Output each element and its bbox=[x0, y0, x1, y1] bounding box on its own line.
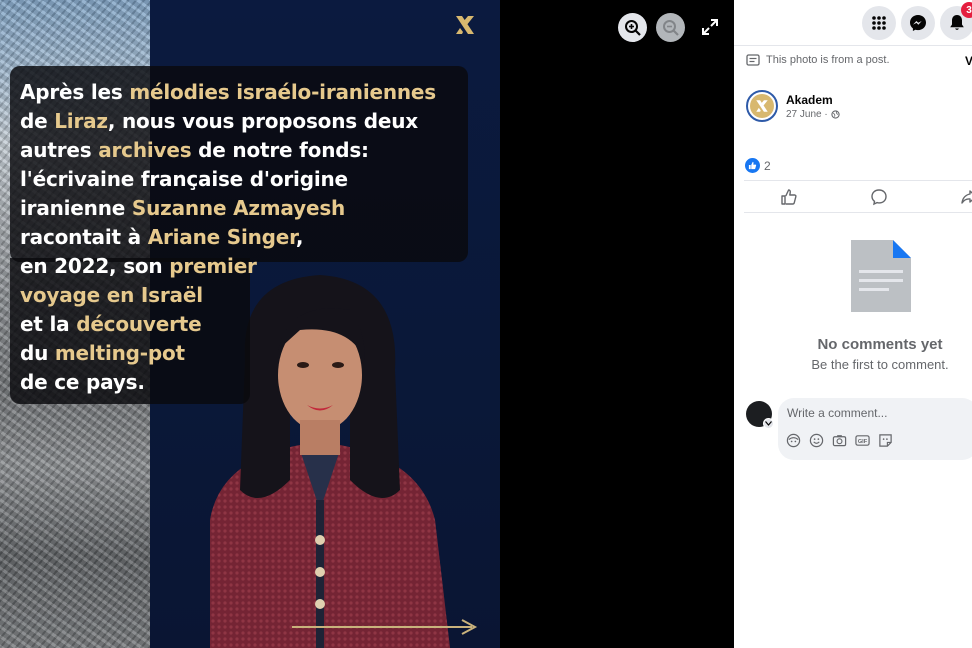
comment-box: GIF bbox=[778, 398, 972, 460]
caption-highlight: melting-pot bbox=[54, 341, 185, 365]
caption-line: et la découverte bbox=[20, 310, 460, 339]
caption-highlight: voyage en Israël bbox=[20, 283, 203, 307]
menu-button[interactable] bbox=[862, 6, 896, 40]
gif-icon[interactable]: GIF bbox=[855, 433, 870, 448]
caption-text: autres bbox=[20, 138, 99, 162]
messenger-icon bbox=[910, 15, 926, 31]
photo-viewer: Après les mélodies israélo-iraniennes de … bbox=[0, 0, 734, 648]
caption-highlight: découverte bbox=[76, 312, 202, 336]
caption-highlight: Liraz bbox=[54, 109, 108, 133]
caption-text: racontait à bbox=[20, 225, 148, 249]
chevron-down-icon[interactable] bbox=[763, 418, 774, 429]
zoom-in-button[interactable] bbox=[618, 13, 647, 42]
comment-button-icon[interactable] bbox=[870, 188, 888, 206]
grid-menu-icon bbox=[872, 16, 886, 30]
reaction-summary[interactable]: 2 bbox=[745, 158, 771, 173]
top-bar: 3 bbox=[734, 0, 972, 46]
caption-text: de ce pays. bbox=[20, 370, 145, 394]
author-name[interactable]: Akadem bbox=[786, 93, 840, 107]
view-post-link[interactable]: V bbox=[965, 54, 972, 68]
reaction-count: 2 bbox=[764, 158, 771, 173]
post-actions bbox=[744, 180, 972, 213]
like-button-icon[interactable] bbox=[780, 188, 798, 206]
emoji-icon[interactable] bbox=[809, 433, 824, 448]
avatar-sticker-icon[interactable] bbox=[786, 433, 801, 448]
caption-line: autres archives de notre fonds: bbox=[20, 136, 460, 165]
akadem-avatar-icon bbox=[756, 100, 768, 112]
post-note-icon bbox=[746, 54, 760, 66]
caption-text: , nous vous proposons deux bbox=[107, 109, 418, 133]
caption-text: de notre fonds: bbox=[191, 138, 369, 162]
post-author: Akadem 27 June · bbox=[746, 90, 840, 122]
bell-icon bbox=[950, 15, 964, 30]
caption-text: et la bbox=[20, 312, 77, 336]
caption-text: l'écrivaine française d'origine bbox=[20, 167, 348, 191]
camera-icon[interactable] bbox=[832, 433, 847, 448]
akadem-logo-icon bbox=[456, 16, 474, 34]
caption-line: l'écrivaine française d'origine bbox=[20, 165, 460, 194]
caption-line: de Liraz, nous vous proposons deux bbox=[20, 107, 460, 136]
caption-highlight: premier bbox=[169, 254, 257, 278]
caption-text: du bbox=[20, 341, 55, 365]
document-icon bbox=[851, 240, 911, 312]
caption-text: iranienne bbox=[20, 196, 132, 220]
caption-line: racontait à Ariane Singer, bbox=[20, 223, 460, 252]
post-note-text: This photo is from a post. bbox=[766, 54, 890, 66]
post-photo[interactable]: Après les mélodies israélo-iraniennes de … bbox=[0, 0, 500, 648]
caption-line: iranienne Suzanne Azmayesh bbox=[20, 194, 460, 223]
zoom-out-icon bbox=[662, 19, 679, 36]
zoom-in-icon bbox=[624, 19, 641, 36]
caption-line: voyage en Israël bbox=[20, 281, 460, 310]
caption-text: Après les bbox=[20, 80, 130, 104]
share-button-icon[interactable] bbox=[960, 188, 972, 206]
zoom-out-button[interactable] bbox=[656, 13, 685, 42]
next-arrow-icon bbox=[292, 619, 478, 635]
empty-comments-title: No comments yet bbox=[817, 336, 943, 353]
caption-line: Après les mélodies israélo-iraniennes bbox=[20, 78, 460, 107]
photo-caption: Après les mélodies israélo-iraniennes de … bbox=[20, 78, 460, 397]
svg-text:GIF: GIF bbox=[858, 439, 868, 445]
caption-line: en 2022, son premier bbox=[20, 252, 460, 281]
caption-text: , bbox=[295, 225, 304, 249]
messenger-button[interactable] bbox=[901, 6, 935, 40]
notification-badge: 3 bbox=[961, 2, 972, 18]
globe-icon bbox=[831, 110, 840, 119]
caption-text: en 2022, son bbox=[20, 254, 170, 278]
caption-line: du melting-pot bbox=[20, 339, 460, 368]
post-side-panel: 3 This photo is from a post. V Akadem 27… bbox=[734, 0, 972, 648]
caption-highlight: archives bbox=[98, 138, 192, 162]
caption-text: de bbox=[20, 109, 55, 133]
like-reaction-icon bbox=[748, 161, 757, 170]
empty-comments-subtitle: Be the first to comment. bbox=[811, 357, 949, 372]
comment-input[interactable] bbox=[787, 406, 967, 420]
caption-line: de ce pays. bbox=[20, 368, 460, 397]
author-avatar[interactable] bbox=[746, 90, 778, 122]
caption-highlight: Suzanne Azmayesh bbox=[131, 196, 346, 220]
caption-highlight: mélodies israélo-iraniennes bbox=[129, 80, 436, 104]
expand-icon[interactable] bbox=[700, 17, 720, 37]
sticker-icon[interactable] bbox=[878, 433, 893, 448]
caption-highlight: Ariane Singer bbox=[147, 225, 296, 249]
post-date[interactable]: 27 June · bbox=[786, 109, 828, 120]
post-note: This photo is from a post. V bbox=[746, 54, 972, 68]
